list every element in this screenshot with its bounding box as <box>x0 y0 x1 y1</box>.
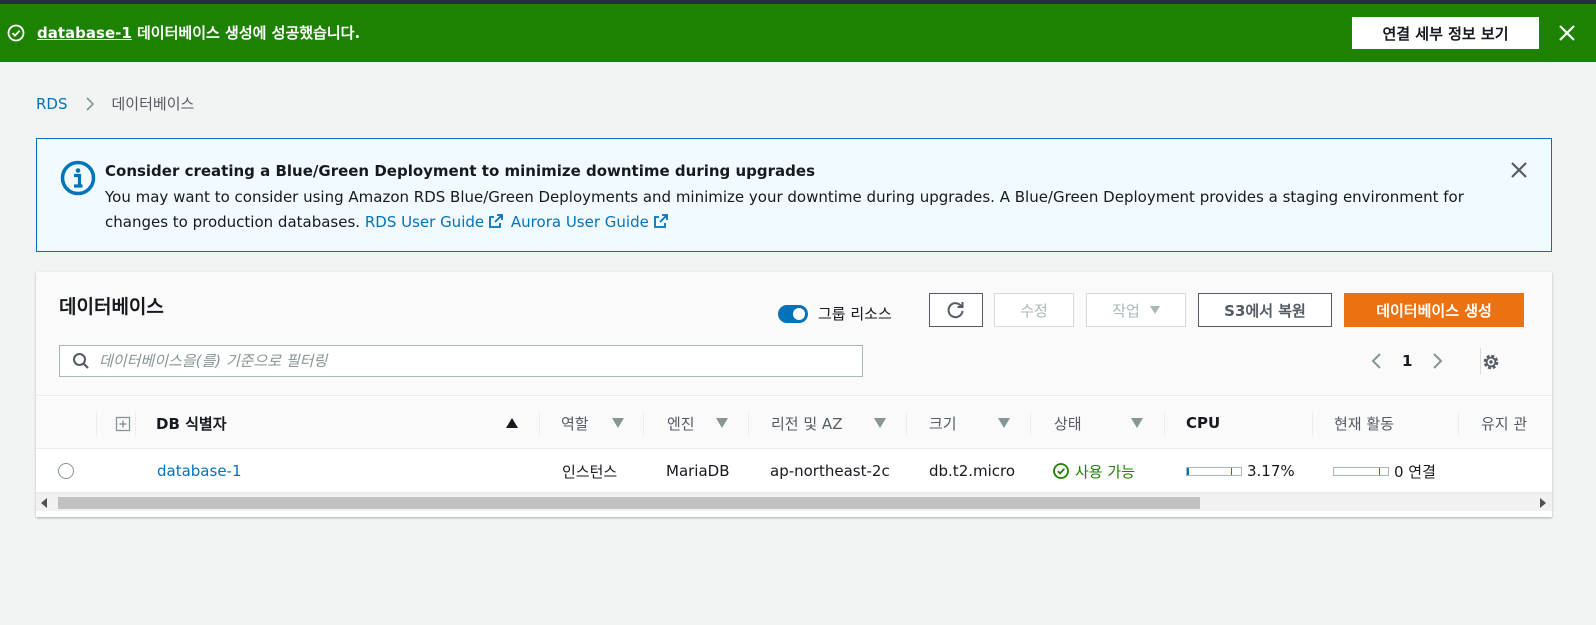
aurora-user-guide-label: Aurora User Guide <box>510 213 649 231</box>
cell-db-identifier: database-1 <box>157 449 242 493</box>
column-divider <box>539 412 540 436</box>
chevron-left-icon[interactable] <box>1368 352 1386 370</box>
breadcrumb-rds-link[interactable]: RDS <box>36 95 68 113</box>
refresh-icon <box>947 302 964 319</box>
current-page[interactable]: 1 <box>1402 352 1412 370</box>
flash-db-link[interactable]: database-1 <box>37 24 132 42</box>
alert-body: You may want to consider using Amazon RD… <box>105 185 1525 235</box>
row-select-radio[interactable] <box>58 463 74 479</box>
scroll-right-arrow-icon[interactable] <box>1539 498 1547 508</box>
header-region-az[interactable]: 리전 및 AZ <box>771 397 842 449</box>
cell-size: db.t2.micro <box>929 462 1016 480</box>
rds-user-guide-label: RDS User Guide <box>364 213 485 231</box>
sort-icon[interactable] <box>874 418 886 428</box>
view-connection-details-button[interactable]: 연결 세부 정보 보기 <box>1352 17 1539 49</box>
flash-message-text: 데이터베이스 생성에 성공했습니다. <box>131 24 361 42</box>
breadcrumb-current: 데이터베이스 <box>111 95 195 113</box>
actions-dropdown-button[interactable]: 작업 <box>1086 293 1186 327</box>
cell-status: 사용 가능 <box>1052 449 1135 493</box>
actions-label: 작업 <box>1112 301 1140 320</box>
column-divider <box>1458 412 1459 436</box>
rds-user-guide-link[interactable]: RDS User Guide <box>365 213 506 231</box>
header-db-identifier[interactable]: DB 식별자 <box>156 397 227 449</box>
flash-message: database-1 데이터베이스 생성에 성공했습니다. <box>37 22 360 43</box>
scroll-left-arrow-icon[interactable] <box>40 498 48 508</box>
cell-engine: MariaDB <box>666 462 730 480</box>
column-divider <box>1312 412 1313 436</box>
filter-input[interactable] <box>99 352 839 370</box>
header-status[interactable]: 상태 <box>1054 397 1082 449</box>
check-circle-icon <box>1053 463 1069 479</box>
cell-role: 인스턴스 <box>562 462 618 481</box>
column-divider <box>96 412 97 436</box>
chevron-right-icon[interactable] <box>1428 352 1446 370</box>
table-header: DB 식별자 역할 엔진 리전 및 AZ 크기 상태 CPU 현재 활동 유지 … <box>36 397 1552 449</box>
pagination: 1 <box>1368 345 1446 377</box>
activity-meter <box>1333 466 1389 476</box>
cell-cpu: 3.17% <box>1186 449 1295 493</box>
column-divider <box>1164 412 1165 436</box>
alert-body-text: You may want to consider using Amazon RD… <box>105 188 1464 231</box>
status-label: 사용 가능 <box>1075 462 1135 481</box>
column-divider <box>748 412 749 436</box>
filter-search <box>59 345 863 377</box>
panel-header: 데이터베이스 그룹 리소스 수정 작업 S3에서 복원 데이터베이스 생성 데이… <box>36 272 1552 396</box>
caret-down-icon <box>1149 306 1160 314</box>
external-link-icon <box>489 214 504 228</box>
cell-region-az: ap-northeast-2c <box>770 462 890 480</box>
external-link-icon <box>653 214 668 228</box>
header-role[interactable]: 역할 <box>561 397 589 449</box>
group-resources-label: 그룹 리소스 <box>818 305 892 323</box>
cpu-threshold-mark <box>1231 467 1232 475</box>
toggle-knob <box>793 307 805 320</box>
header-cpu[interactable]: CPU <box>1186 397 1220 449</box>
aurora-user-guide-link[interactable]: Aurora User Guide <box>511 213 671 231</box>
create-database-button[interactable]: 데이터베이스 생성 <box>1344 293 1524 327</box>
close-icon[interactable] <box>1554 20 1580 46</box>
alert-title: Consider creating a Blue/Green Deploymen… <box>105 162 816 180</box>
header-engine[interactable]: 엔진 <box>667 397 695 449</box>
chevron-right-icon <box>85 96 94 111</box>
database-link[interactable]: database-1 <box>157 462 242 480</box>
gear-icon[interactable] <box>1481 352 1501 372</box>
sort-icon[interactable] <box>998 418 1010 428</box>
sort-icon[interactable] <box>1131 418 1143 428</box>
column-divider <box>1030 412 1031 436</box>
column-divider <box>643 412 644 436</box>
close-icon[interactable] <box>1507 158 1531 182</box>
success-flash-bar: database-1 데이터베이스 생성에 성공했습니다. 연결 세부 정보 보… <box>0 4 1596 62</box>
search-icon <box>73 353 89 369</box>
header-size[interactable]: 크기 <box>929 397 957 449</box>
toggle-track <box>778 304 808 323</box>
group-resources-toggle[interactable]: 그룹 리소스 <box>778 303 892 324</box>
cell-current-activity: 0 연결 <box>1333 449 1436 493</box>
column-divider <box>906 412 907 436</box>
horizontal-scrollbar[interactable] <box>36 493 1552 511</box>
databases-panel: 데이터베이스 그룹 리소스 수정 작업 S3에서 복원 데이터베이스 생성 데이… <box>36 272 1552 517</box>
blue-green-info-alert: Consider creating a Blue/Green Deploymen… <box>36 138 1552 252</box>
cpu-value: 3.17% <box>1247 462 1295 480</box>
cpu-meter <box>1186 466 1242 476</box>
header-current-activity[interactable]: 현재 활동 <box>1334 397 1394 449</box>
sort-icon[interactable] <box>716 418 728 428</box>
activity-threshold-mark <box>1379 467 1380 475</box>
table-row: database-1 인스턴스 MariaDB ap-northeast-2c … <box>36 449 1552 493</box>
expand-all-icon[interactable] <box>115 416 131 432</box>
restore-from-s3-button[interactable]: S3에서 복원 <box>1198 293 1332 327</box>
scrollbar-thumb[interactable] <box>58 497 1200 509</box>
info-icon <box>60 160 96 196</box>
panel-title: 데이터베이스 <box>59 296 164 318</box>
sort-ascending-icon[interactable] <box>506 418 518 428</box>
cpu-meter-fill <box>1187 467 1189 475</box>
refresh-button[interactable] <box>929 293 983 327</box>
header-maintenance[interactable]: 유지 관 <box>1481 397 1527 449</box>
activity-value: 0 연결 <box>1394 462 1436 481</box>
breadcrumb: RDS 데이터베이스 <box>36 93 194 114</box>
column-divider <box>135 412 136 436</box>
sort-icon[interactable] <box>612 418 624 428</box>
check-circle-icon <box>7 24 25 42</box>
edit-button[interactable]: 수정 <box>994 293 1074 327</box>
